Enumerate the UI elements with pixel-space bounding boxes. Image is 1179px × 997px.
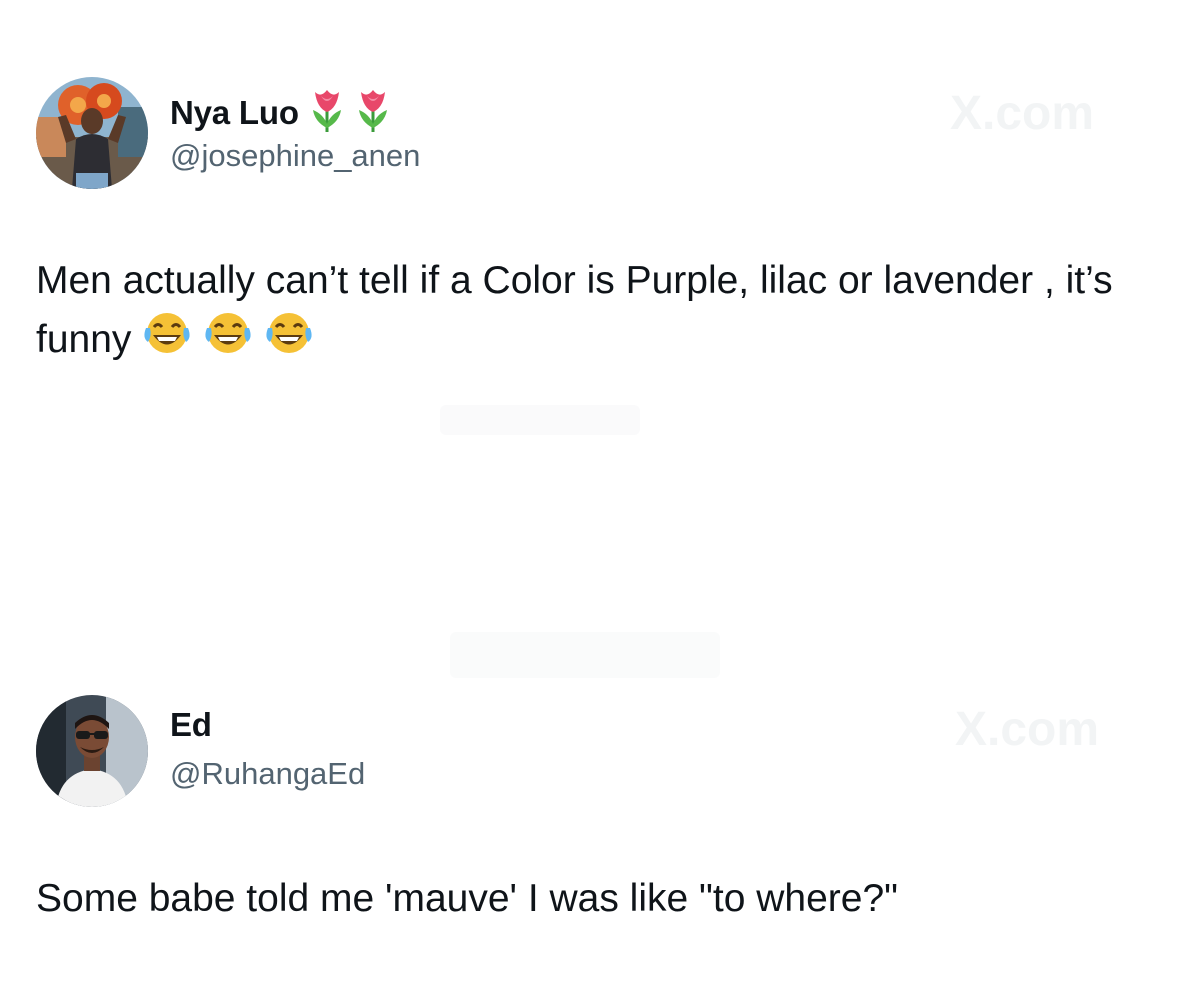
avatar[interactable]	[36, 77, 148, 189]
tweet-text: Some babe told me 'mauve' I was like "to…	[36, 870, 1136, 928]
face-with-tears-of-joy-icon	[203, 310, 253, 373]
avatar-photo	[36, 695, 148, 807]
tulip-icon	[309, 88, 345, 137]
author-name-row: Ed	[170, 706, 212, 744]
face-with-tears-of-joy-icon	[264, 310, 314, 373]
author-name-row: Nya Luo	[170, 88, 391, 137]
tweet-text-content: Some babe told me 'mauve' I was like "to…	[36, 877, 898, 920]
tweet-2: X.com Ed @RuhangaEd Some babe told me 'm…	[0, 680, 1179, 997]
tweet-text-content: Men actually can’t tell if a Color is Pu…	[36, 259, 1113, 361]
watermark: X.com	[955, 703, 1100, 756]
face-with-tears-of-joy-icon	[142, 310, 192, 373]
tweet-1: X.com Nya Luo @josephine_anen Men actual…	[0, 0, 1179, 435]
author-handle[interactable]: @josephine_anen	[170, 138, 420, 174]
faded-artifact	[440, 405, 640, 435]
avatar[interactable]	[36, 695, 148, 807]
tulip-icon	[355, 88, 391, 137]
tweet-text: Men actually can’t tell if a Color is Pu…	[36, 252, 1136, 373]
author-name[interactable]: Ed	[170, 706, 212, 744]
faded-artifact	[450, 632, 720, 678]
watermark: X.com	[950, 87, 1095, 140]
author-name[interactable]: Nya Luo	[170, 94, 299, 132]
avatar-photo	[36, 77, 148, 189]
author-handle[interactable]: @RuhangaEd	[170, 756, 365, 792]
